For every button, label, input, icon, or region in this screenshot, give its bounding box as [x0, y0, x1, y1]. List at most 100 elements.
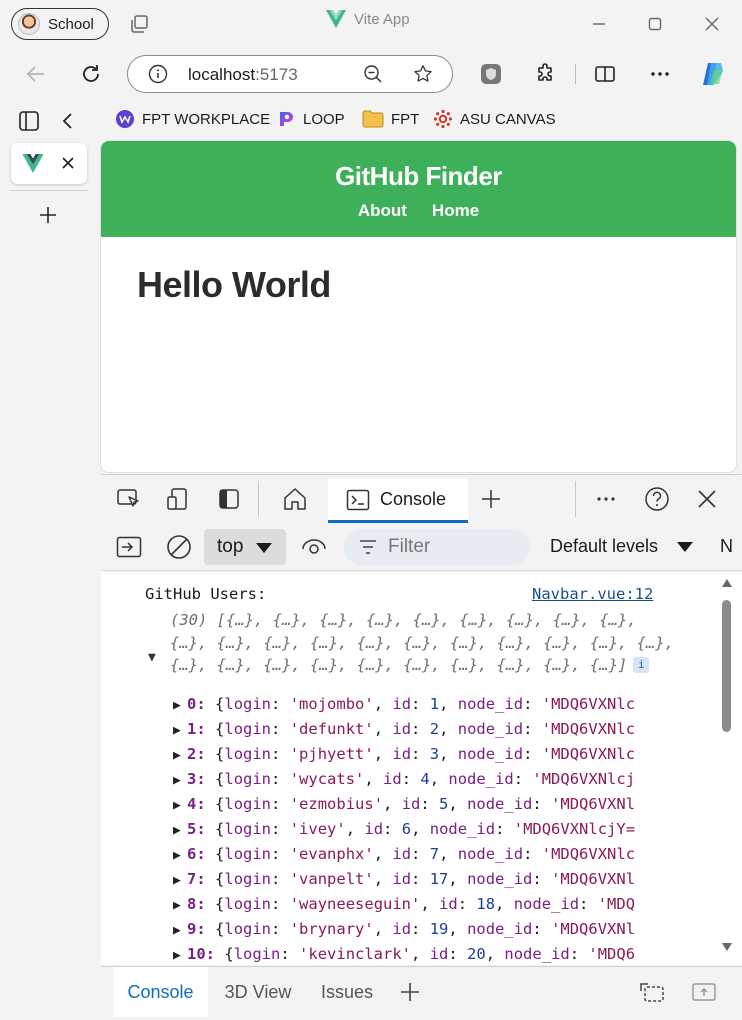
device-emulation-icon[interactable] — [166, 487, 192, 511]
extensions-button[interactable] — [532, 60, 560, 88]
expand-entry-icon[interactable]: ▶ — [173, 823, 187, 838]
shield-extension-icon — [481, 64, 501, 84]
window-title: Vite App — [326, 10, 410, 28]
console-entry-row[interactable]: ▶ 10: {login: 'kevinclark', id: 20, node_… — [173, 945, 635, 963]
expand-entry-icon[interactable]: ▶ — [173, 748, 187, 763]
nav-link-about[interactable]: About — [358, 201, 407, 221]
devtools-more-icon[interactable] — [593, 487, 619, 511]
entry-node-id: 'MDQ6VXNlc — [541, 720, 636, 738]
entry-index: 2 — [187, 745, 197, 763]
expand-entry-icon[interactable]: ▶ — [173, 848, 187, 863]
maximize-icon[interactable] — [643, 12, 667, 36]
expand-entry-icon[interactable]: ▶ — [173, 873, 187, 888]
console-entry-row[interactable]: ▶ 8: {login: 'wayneeseguin', id: 18, node… — [173, 895, 635, 913]
issues-counter-label[interactable]: N — [720, 536, 733, 557]
more-options-button[interactable] — [646, 60, 674, 88]
array-summary[interactable]: (30) [{…}, {…}, {…}, {…}, {…}, {…}, {…},… — [170, 609, 675, 677]
favorite-fpt[interactable]: FPT — [362, 106, 419, 132]
close-window-icon[interactable] — [700, 12, 724, 36]
entry-node-id: 'MDQ6VXNlc — [541, 745, 636, 763]
nav-link-home[interactable]: Home — [432, 201, 479, 221]
scroll-down-icon[interactable] — [721, 942, 733, 952]
drawer-undock-icon[interactable] — [637, 967, 667, 1017]
clear-console-icon[interactable] — [166, 535, 192, 559]
refresh-icon — [83, 65, 99, 82]
favorite-loop[interactable]: LOOP — [276, 106, 345, 132]
expand-entry-icon[interactable]: ▶ — [173, 698, 187, 713]
entry-node-id: 'MDQ6VXNlcjY= — [513, 820, 636, 838]
info-icon[interactable]: i — [633, 657, 650, 673]
profile-button[interactable]: School — [11, 8, 109, 40]
log-message: GitHub Users: — [145, 585, 267, 603]
dock-side-icon[interactable] — [216, 487, 242, 511]
site-header: GitHub Finder About Home — [101, 141, 736, 237]
close-devtools-icon[interactable] — [694, 487, 720, 511]
copilot-button[interactable] — [699, 60, 727, 88]
ellipsis-icon — [651, 72, 669, 76]
favorite-star-icon[interactable] — [412, 63, 434, 85]
console-entry-row[interactable]: ▶ 5: {login: 'ivey', id: 6, node_id: 'MDQ… — [173, 820, 635, 838]
console-entry-row[interactable]: ▶ 0: {login: 'mojombo', id: 1, node_id: '… — [173, 695, 635, 713]
drawer-dock-icon[interactable] — [689, 967, 719, 1017]
console-entry-row[interactable]: ▶ 1: {login: 'defunkt', id: 2, node_id: '… — [173, 720, 635, 738]
extension-shield-button[interactable] — [477, 60, 505, 88]
show-sidebar-icon[interactable] — [116, 535, 142, 559]
console-entry-row[interactable]: ▶ 4: {login: 'ezmobius', id: 5, node_id: … — [173, 795, 635, 813]
expand-entry-icon[interactable]: ▶ — [173, 798, 187, 813]
expand-caret-icon[interactable]: ▼ — [148, 650, 156, 665]
favorite-asu-canvas[interactable]: ASU CANVAS — [433, 106, 556, 132]
drawer-tab-3d-view[interactable]: 3D View — [213, 967, 303, 1017]
tab-console[interactable]: Console — [328, 479, 468, 523]
scroll-up-icon[interactable] — [721, 578, 733, 588]
welcome-home-icon[interactable] — [282, 487, 308, 511]
scrollbar-thumb[interactable] — [722, 600, 731, 732]
site-info-icon[interactable] — [148, 64, 168, 84]
sidebar-toggle-icon[interactable] — [18, 110, 40, 137]
console-entry-row[interactable]: ▶ 3: {login: 'wycats', id: 4, node_id: 'M… — [173, 770, 635, 788]
entry-index: 7 — [187, 870, 197, 888]
back-button[interactable] — [22, 60, 50, 88]
split-screen-button[interactable] — [591, 60, 619, 88]
context-selector[interactable]: top — [204, 529, 286, 565]
help-icon[interactable] — [644, 487, 670, 511]
tab-vite-app[interactable] — [11, 143, 87, 184]
favorite-fpt-workplace[interactable]: FPT WORKPLACE — [115, 106, 270, 132]
add-tool-icon[interactable] — [478, 487, 504, 511]
console-entry-row[interactable]: ▶ 6: {login: 'evanphx', id: 7, node_id: '… — [173, 845, 635, 863]
log-levels-dropdown[interactable]: Default levels — [550, 536, 694, 557]
loop-icon — [280, 112, 293, 126]
drawer-add-icon[interactable] — [395, 967, 425, 1017]
entry-index: 0 — [187, 695, 197, 713]
console-filter-input[interactable]: Filter — [344, 529, 530, 565]
minimize-icon[interactable] — [587, 12, 611, 36]
entry-index: 5 — [187, 820, 197, 838]
console-entry-row[interactable]: ▶ 7: {login: 'vanpelt', id: 17, node_id: … — [173, 870, 635, 888]
entry-index: 8 — [187, 895, 197, 913]
refresh-button[interactable] — [77, 60, 105, 88]
drawer-tab-issues[interactable]: Issues — [307, 967, 387, 1017]
expand-entry-icon[interactable]: ▶ — [173, 923, 187, 938]
collapse-tabs-icon[interactable] — [58, 110, 78, 137]
zoom-icon[interactable] — [363, 64, 383, 84]
console-scrollbar[interactable] — [719, 572, 737, 965]
address-bar[interactable]: localhost:5173 — [127, 55, 453, 93]
log-source-link[interactable]: Navbar.vue:12 — [532, 585, 653, 603]
live-expression-eye-icon[interactable] — [301, 535, 327, 559]
expand-entry-icon[interactable]: ▶ — [173, 773, 187, 788]
entry-login: 'wayneeseguin' — [289, 895, 421, 913]
copilot-icon — [703, 63, 723, 85]
entry-login: 'ezmobius' — [289, 795, 384, 813]
drawer-tab-console[interactable]: Console — [113, 967, 208, 1017]
inspect-element-icon[interactable] — [116, 487, 142, 511]
expand-entry-icon[interactable]: ▶ — [173, 723, 187, 738]
site-nav: About Home — [101, 201, 736, 221]
console-entry-row[interactable]: ▶ 9: {login: 'brynary', id: 19, node_id: … — [173, 920, 635, 938]
expand-entry-icon[interactable]: ▶ — [173, 948, 187, 963]
new-tab-icon[interactable] — [37, 204, 59, 231]
page-viewport: GitHub Finder About Home Hello World — [101, 141, 736, 472]
console-entry-row[interactable]: ▶ 2: {login: 'pjhyett', id: 3, node_id: '… — [173, 745, 635, 763]
close-tab-icon[interactable] — [61, 156, 75, 170]
expand-entry-icon[interactable]: ▶ — [173, 898, 187, 913]
url-text[interactable]: localhost:5173 — [188, 65, 298, 85]
tab-actions-icon[interactable] — [128, 12, 152, 36]
